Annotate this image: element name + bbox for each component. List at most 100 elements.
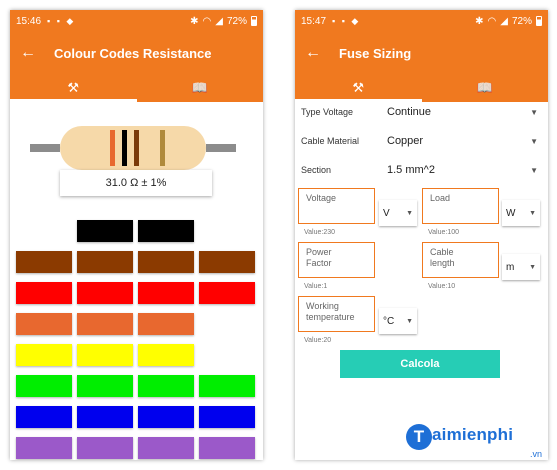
- hammer-icon: ⚒: [67, 80, 80, 95]
- watermark-logo: T aimienphi .vn: [406, 424, 552, 464]
- working-temperature-helper: Value:20: [304, 337, 332, 344]
- colour-swatch[interactable]: [138, 344, 194, 366]
- back-arrow-icon[interactable]: ←: [305, 44, 333, 62]
- dropdown-arrow-icon: ▼: [406, 209, 413, 217]
- colour-swatch[interactable]: [138, 313, 194, 335]
- colour-swatch[interactable]: [77, 437, 133, 459]
- status-time: 15:46: [16, 15, 42, 27]
- status-bar: 15:46 ▪ ▪ ◆ ✱ ◠ ◢ 72%: [10, 10, 263, 32]
- dropdown-arrow-icon: ▼: [530, 136, 538, 146]
- colour-swatch[interactable]: [138, 251, 194, 273]
- resistor-band-4: [160, 130, 165, 166]
- notification-icons: ▪ ▪ ◆: [332, 15, 361, 26]
- colour-swatch[interactable]: [77, 375, 133, 397]
- dropdown-arrow-icon: ▼: [530, 107, 538, 117]
- wifi-icon: ◠: [202, 15, 212, 27]
- cable-material-value: Copper: [387, 135, 424, 147]
- battery-level: 72%: [226, 15, 247, 27]
- working-temperature-input[interactable]: Working temperature: [298, 296, 375, 332]
- dropdown-arrow-icon: ▼: [529, 209, 536, 217]
- colour-swatch[interactable]: [16, 375, 72, 397]
- load-helper: Value:100: [428, 229, 460, 236]
- colour-swatch[interactable]: [77, 251, 133, 273]
- resistor-band-2: [122, 130, 127, 166]
- colour-swatch[interactable]: [77, 313, 133, 335]
- colour-swatch[interactable]: [16, 251, 72, 273]
- colour-swatch[interactable]: [77, 406, 133, 428]
- tab-tools[interactable]: ⚒: [10, 74, 137, 102]
- tab-guide[interactable]: 📖: [137, 74, 264, 102]
- battery-level: 72%: [511, 15, 532, 27]
- back-arrow-icon[interactable]: ←: [20, 44, 48, 62]
- load-input[interactable]: Load: [422, 188, 499, 224]
- dropdown-arrow-icon: ▼: [529, 263, 536, 271]
- colour-codes-screen: 15:46 ▪ ▪ ◆ ✱ ◠ ◢ 72% ← Colour Codes Res…: [10, 10, 263, 460]
- load-unit-value: W: [506, 207, 516, 219]
- resistance-value-display: 31.0 Ω ± 1%: [60, 170, 212, 196]
- colour-swatch[interactable]: [77, 220, 133, 242]
- power-factor-input[interactable]: Power Factor: [298, 242, 375, 278]
- load-unit-select[interactable]: W ▼: [502, 200, 540, 226]
- type-voltage-select[interactable]: Continue ▼: [387, 106, 548, 118]
- resistor-lead-right: [206, 144, 236, 152]
- book-icon: 📖: [476, 80, 493, 95]
- colour-swatch[interactable]: [16, 313, 72, 335]
- status-right: ✱ ◠ ◢ 72%: [475, 16, 542, 27]
- type-voltage-row: Type Voltage Continue ▼: [295, 98, 548, 126]
- dropdown-arrow-icon: ▼: [530, 165, 538, 175]
- colour-swatch[interactable]: [138, 406, 194, 428]
- cable-material-select[interactable]: Copper ▼: [387, 135, 548, 147]
- wifi-icon: ◠: [487, 15, 497, 27]
- voltage-unit-select[interactable]: V ▼: [379, 200, 417, 226]
- page-title: Fuse Sizing: [339, 45, 412, 61]
- watermark-domain: .vn: [529, 449, 542, 459]
- book-icon: 📖: [191, 80, 208, 95]
- tab-bar: ⚒ 📖: [10, 74, 263, 102]
- resistor-illustration: [10, 102, 263, 180]
- colour-swatch[interactable]: [16, 344, 72, 366]
- signal-icon: ◢: [215, 15, 223, 27]
- notification-icons: ▪ ▪ ◆: [47, 15, 76, 26]
- colour-swatch[interactable]: [16, 437, 72, 459]
- resistor-band-1: [110, 130, 115, 166]
- voltage-input[interactable]: Voltage: [298, 188, 375, 224]
- colour-swatch[interactable]: [138, 220, 194, 242]
- type-voltage-value: Continue: [387, 106, 432, 118]
- status-right: ✱ ◠ ◢ 72%: [190, 16, 257, 27]
- calculate-button[interactable]: Calcola: [340, 350, 500, 378]
- colour-swatch[interactable]: [199, 375, 255, 397]
- cable-material-label: Cable Material: [301, 136, 360, 146]
- cable-length-unit-select[interactable]: m ▼: [502, 254, 540, 280]
- cable-length-input[interactable]: Cable length: [422, 242, 499, 278]
- section-select[interactable]: 1.5 mm^2 ▼: [387, 164, 548, 176]
- cable-length-unit-value: m: [506, 261, 515, 273]
- bluetooth-icon: ✱: [475, 15, 484, 27]
- hammer-icon: ⚒: [352, 80, 365, 95]
- app-bar: ← Colour Codes Resistance: [10, 32, 263, 74]
- battery-icon: [251, 16, 257, 26]
- colour-swatch[interactable]: [199, 437, 255, 459]
- power-factor-helper: Value:1: [304, 283, 328, 290]
- resistor-body: [60, 126, 206, 170]
- section-value: 1.5 mm^2: [387, 164, 435, 176]
- colour-swatch[interactable]: [16, 406, 72, 428]
- resistor-lead-left: [30, 144, 60, 152]
- colour-swatch[interactable]: [77, 344, 133, 366]
- temperature-unit-select[interactable]: °C ▼: [379, 308, 417, 334]
- resistor-band-3: [134, 130, 139, 166]
- colour-swatch[interactable]: [138, 282, 194, 304]
- fuse-sizing-screen: 15:47 ▪ ▪ ◆ ✱ ◠ ◢ 72% ← Fuse Sizing ⚒ 📖 …: [295, 10, 548, 460]
- colour-swatch[interactable]: [199, 282, 255, 304]
- app-bar: ← Fuse Sizing: [295, 32, 548, 74]
- colour-swatch[interactable]: [138, 375, 194, 397]
- colour-swatch[interactable]: [199, 251, 255, 273]
- voltage-unit-value: V: [383, 207, 390, 219]
- voltage-helper: Value:230: [304, 229, 336, 236]
- watermark-brand: aimienphi: [432, 425, 514, 444]
- cable-material-row: Cable Material Copper ▼: [295, 127, 548, 155]
- colour-swatch[interactable]: [199, 406, 255, 428]
- colour-swatch[interactable]: [77, 282, 133, 304]
- colour-swatch[interactable]: [16, 282, 72, 304]
- colour-swatch[interactable]: [138, 437, 194, 459]
- section-label: Section: [301, 165, 332, 175]
